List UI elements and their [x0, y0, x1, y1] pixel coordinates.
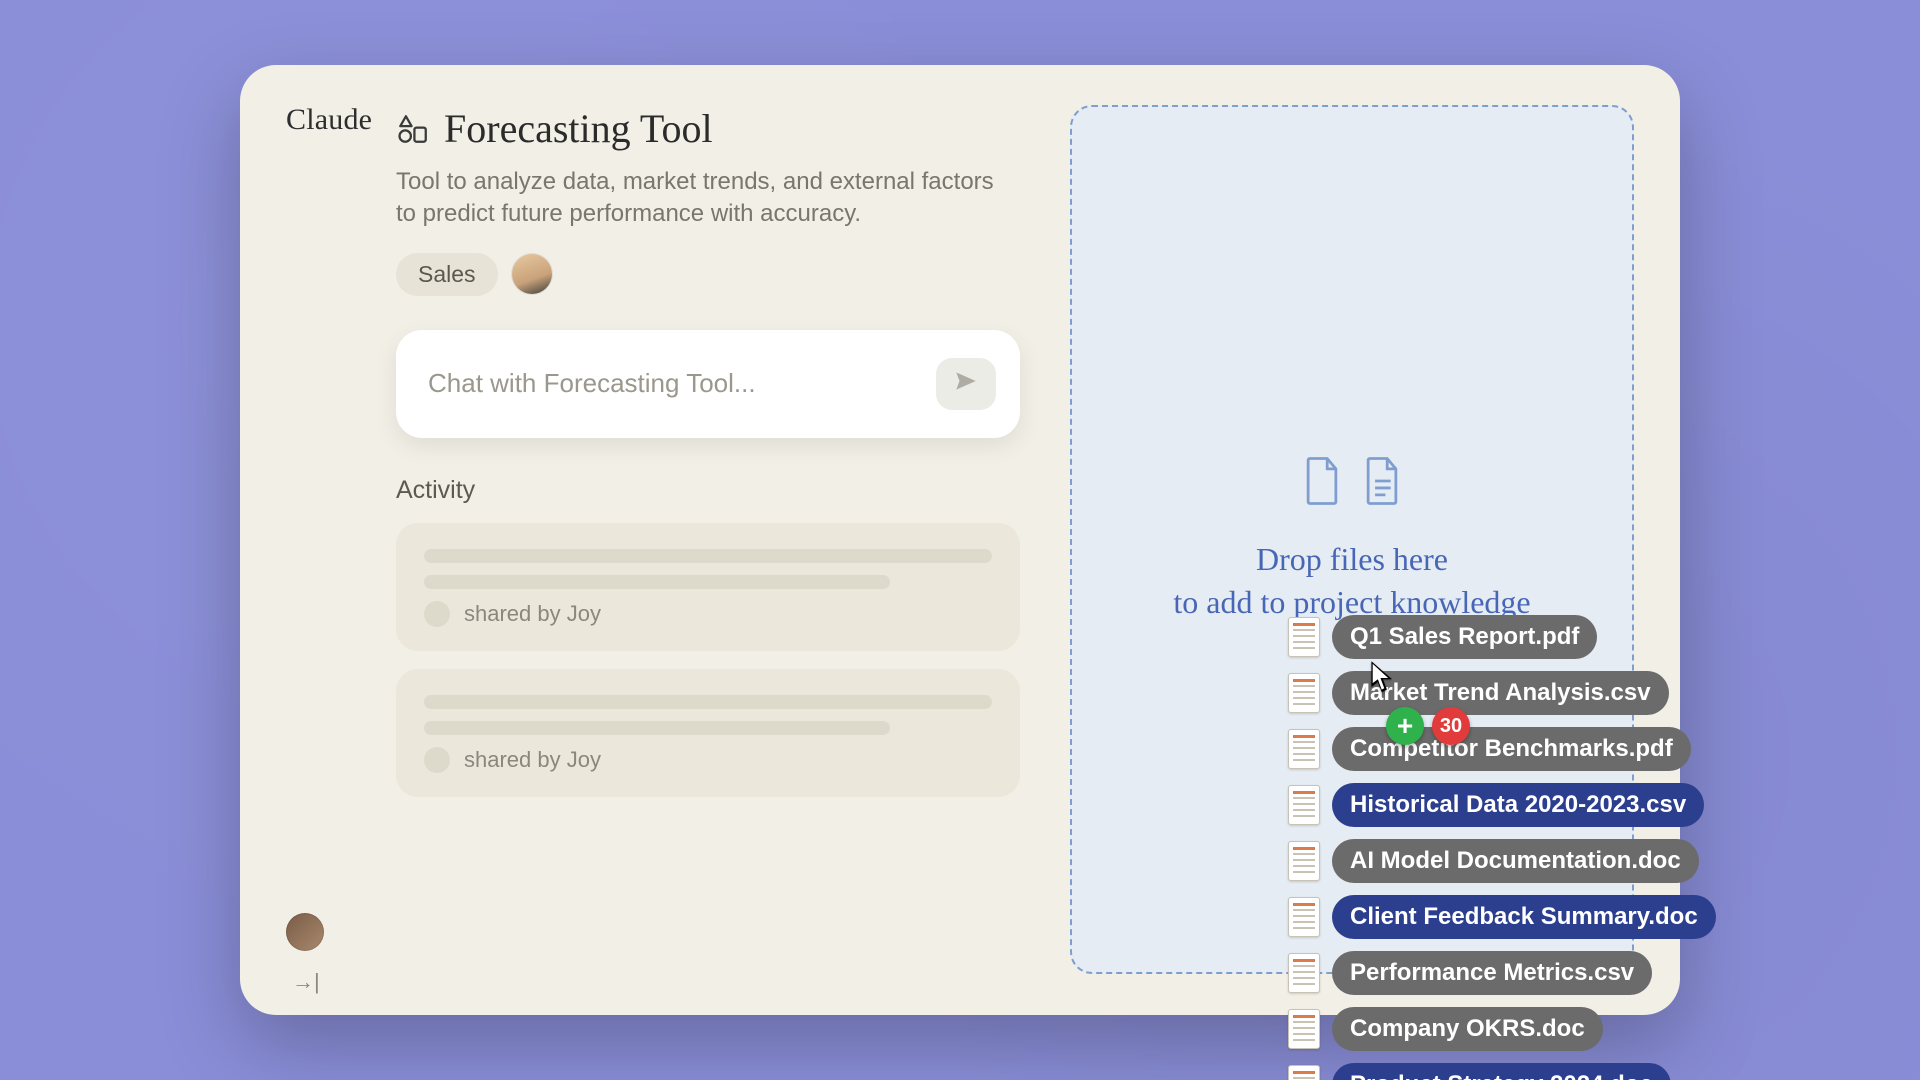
dropzone-text: Drop files here to add to project knowle… [1173, 538, 1530, 624]
skeleton-line [424, 575, 890, 589]
skeleton-line [424, 721, 890, 735]
knowledge-dropzone[interactable]: Drop files here to add to project knowle… [1070, 105, 1634, 974]
user-avatar[interactable] [286, 913, 324, 951]
file-thumb-icon [1288, 1065, 1320, 1080]
file-icon [1301, 455, 1343, 512]
file-name-pill: Company OKRS.doc [1332, 1007, 1603, 1051]
project-icon [396, 112, 430, 146]
shared-by-label: shared by Joy [464, 747, 601, 773]
activity-item[interactable]: shared by Joy [396, 669, 1020, 797]
collapse-sidebar-icon[interactable]: →| [286, 969, 320, 995]
activity-item[interactable]: shared by Joy [396, 523, 1020, 651]
dropzone-icons [1301, 455, 1403, 512]
avatar-placeholder [424, 601, 450, 627]
dragged-file: Product Strategy 2024.doc [1288, 1063, 1716, 1080]
file-thumb-icon [1288, 1009, 1320, 1049]
owner-avatar[interactable] [512, 254, 552, 294]
drag-count-badge: 30 [1432, 707, 1470, 745]
app-window: Claude →| Forecasting Tool Tool to analy… [240, 65, 1680, 1015]
main-column: Forecasting Tool Tool to analyze data, m… [396, 103, 1060, 995]
page-description: Tool to analyze data, market trends, and… [396, 166, 1020, 231]
shared-by-label: shared by Joy [464, 601, 601, 627]
left-rail: Claude →| [286, 103, 396, 995]
chat-card [396, 330, 1020, 438]
send-button[interactable] [936, 358, 996, 410]
chat-input[interactable] [426, 367, 918, 400]
dragged-file: Company OKRS.doc [1288, 1007, 1716, 1051]
category-tag[interactable]: Sales [396, 253, 498, 296]
activity-heading: Activity [396, 476, 1020, 505]
skeleton-line [424, 549, 992, 563]
avatar-placeholder [424, 747, 450, 773]
send-icon [953, 368, 979, 399]
drag-add-badge: + [1386, 707, 1424, 745]
skeleton-line [424, 695, 992, 709]
page-title: Forecasting Tool [444, 105, 713, 152]
file-lines-icon [1361, 455, 1403, 512]
brand-logo: Claude [286, 103, 372, 137]
file-name-pill: Product Strategy 2024.doc [1332, 1063, 1671, 1080]
